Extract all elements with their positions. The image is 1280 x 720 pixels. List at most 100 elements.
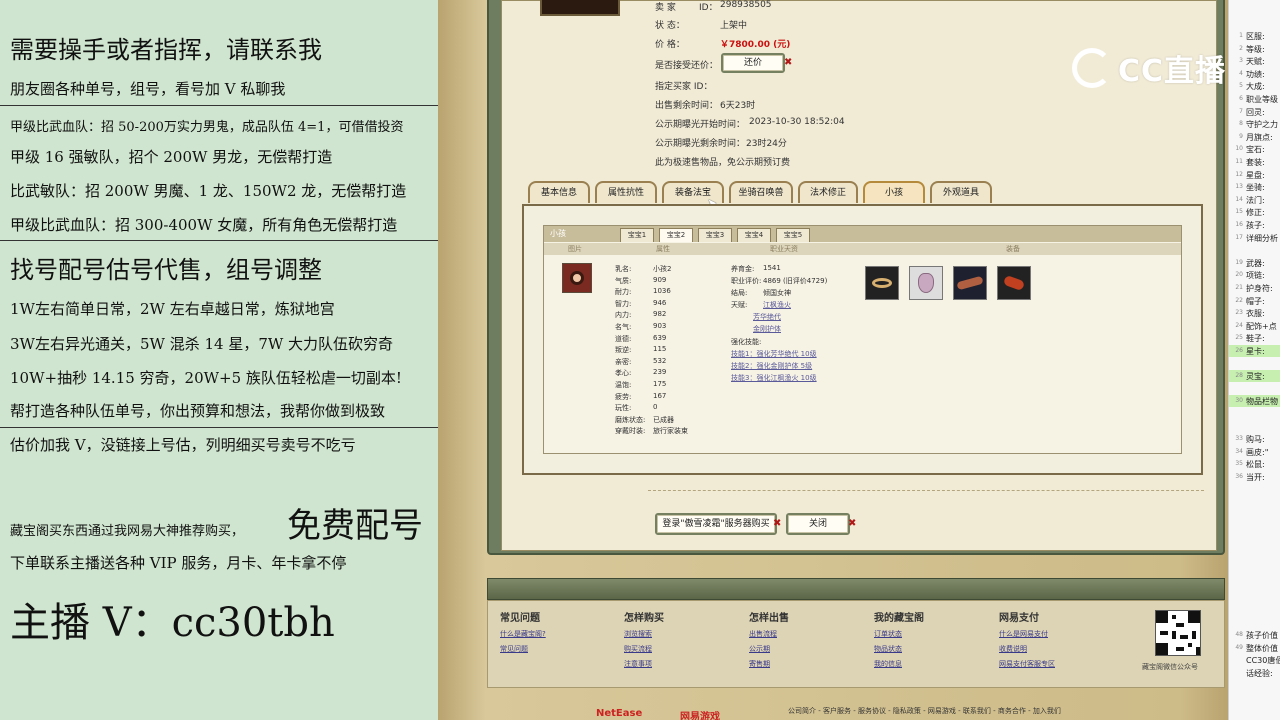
tab-spell-correction[interactable]: 法术修正 [798,181,858,203]
counter-offer-label: 是否接受还价： [655,61,719,71]
footer-link[interactable]: 物品状态 [874,644,902,654]
sheet-row[interactable] [1229,408,1280,420]
sub-tab-baby1[interactable]: 宝宝1 [620,228,654,242]
fast-sale-note: 此为极速售物品，免公示期预订费 [655,158,791,168]
talent-link[interactable]: 金刚护体 [753,324,781,334]
sheet-row[interactable]: 8 守护之力 [1229,118,1280,130]
attribute-label: 玩性: [615,404,632,413]
sub-tab-baby5[interactable]: 宝宝5 [776,228,810,242]
tab-appearance[interactable]: 外观道具 [930,181,992,203]
close-x-icon: ✖ [773,518,782,529]
skill-link[interactable]: 技能2：强化金刚护体 5级 [731,361,812,371]
sheet-row[interactable] [1229,358,1280,370]
row-text: 整体价值 [1246,643,1278,653]
sheet-row[interactable]: 14 法门: [1229,194,1280,206]
sheet-row[interactable]: 6 职业等级 [1229,93,1280,105]
row-number: 14 [1235,195,1243,203]
attribute-row: 穿戴时装: 旅行家装束 [615,426,688,436]
talent-link[interactable]: 芳华绝代 [753,312,781,322]
sheet-row[interactable]: 30 物品栏物 [1229,395,1280,408]
sheet-row[interactable]: 48 孩子价值 [1229,629,1280,641]
sheet-row[interactable]: 话经验: [1229,667,1280,679]
sheet-row[interactable]: 22 帽子: [1229,295,1280,307]
sheet-row[interactable]: 15 修正: [1229,206,1280,218]
divider [0,427,438,428]
sheet-row[interactable]: 49 整体价值 [1229,642,1280,654]
footer-link[interactable]: 收费说明 [999,644,1027,654]
sheet-row[interactable]: 1 区服: [1229,30,1280,42]
sheet-row[interactable] [1229,383,1280,395]
sheet-row[interactable]: 20 项链: [1229,269,1280,281]
sheet-row[interactable]: 19 武器: [1229,257,1280,269]
login-buy-button[interactable]: 登录"傲雪凌霜"服务器购买 [655,513,777,535]
row-text: 松鼠: [1246,460,1265,470]
footer-link[interactable]: 购买流程 [624,644,652,654]
bracelet-icon[interactable] [865,266,899,300]
row-text: 守护之力 [1246,120,1278,130]
footer-link[interactable]: 网易支付客服专区 [999,659,1055,669]
sheet-row[interactable]: 26 星卡: [1229,345,1280,357]
netease-games-logo: 网易游戏 [680,712,720,720]
footer-link[interactable]: 我的信息 [874,659,902,669]
sheet-row[interactable]: 11 套装: [1229,156,1280,168]
attribute-row: 耐力: 1036 [615,287,671,297]
footer-title-buy: 怎样购买 [624,613,664,624]
sheet-row[interactable]: 13 坐骑: [1229,181,1280,193]
sheet-row[interactable]: 10 宝石: [1229,143,1280,155]
sheet-row[interactable]: 12 星盘: [1229,169,1280,181]
counter-offer-button[interactable]: 还价 [721,53,785,73]
col-header-attributes: 属性 [656,245,670,253]
sheet-row[interactable]: 17 详细分析 [1229,232,1280,244]
footer-link[interactable]: 公示期 [749,644,770,654]
sheet-row[interactable]: 9 月旗点: [1229,131,1280,143]
sub-tab-baby3[interactable]: 宝宝3 [698,228,732,242]
footer-link[interactable]: 寄售期 [749,659,770,669]
sheet-row[interactable]: 3 天赋: [1229,55,1280,67]
sheet-row[interactable]: 7 回灵: [1229,106,1280,118]
attribute-value: 239 [653,368,667,377]
sheet-row[interactable]: 2 等级: [1229,43,1280,55]
sheet-row[interactable]: 5 大成: [1229,80,1280,92]
tab-attributes[interactable]: 属性抗性 [595,181,657,203]
sheet-row[interactable] [1229,421,1280,433]
sheet-row[interactable]: 36 当开: [1229,471,1280,483]
close-button[interactable]: 关闭 [786,513,850,535]
footer-link[interactable]: 订单状态 [874,629,902,639]
sheet-row[interactable]: 34 画皮:" [1229,446,1280,458]
skill-link[interactable]: 技能3：强化江枫渔火 10级 [731,373,817,383]
pouch-icon[interactable] [909,266,943,300]
bottom-links[interactable]: 公司简介 - 客户服务 - 服务协议 - 隐私政策 - 网易游戏 - 联系我们 … [788,706,1061,716]
row-text: 法门: [1246,195,1265,205]
tab-mounts-summons[interactable]: 坐骑召唤兽 [729,181,793,203]
row-text: 护身符: [1246,284,1273,293]
skill-link[interactable]: 技能1：强化芳华绝代 10级 [731,349,817,359]
footer-link[interactable]: 什么是藏宝阁? [500,629,546,639]
scroll-icon[interactable] [953,266,987,300]
row-number: 5 [1239,82,1243,90]
row-number: 11 [1235,158,1243,165]
charm-icon[interactable] [997,266,1031,300]
sheet-row[interactable]: 16 孩子: [1229,219,1280,231]
sheet-row[interactable]: 33 购马: [1229,433,1280,445]
sheet-row[interactable]: 35 松鼠: [1229,458,1280,470]
sheet-row[interactable]: 23 衣服: [1229,307,1280,319]
sheet-row[interactable]: 21 护身符: [1229,282,1280,294]
sub-tab-baby4[interactable]: 宝宝4 [737,228,771,242]
footer-link[interactable]: 注意事项 [624,659,652,669]
sheet-row[interactable] [1229,244,1280,256]
footer-link[interactable]: 常见问题 [500,644,528,654]
sheet-row[interactable]: 4 功绩: [1229,68,1280,80]
sheet-row[interactable]: CC30唐佰 [1229,654,1280,666]
row-number: 22 [1235,296,1243,304]
sub-tab-baby2[interactable]: 宝宝2 [659,228,693,242]
row-text: 星卡: [1246,347,1265,356]
tab-child[interactable]: 小孩 [863,181,925,203]
sheet-row[interactable]: 24 配饰+点 [1229,320,1280,332]
sheet-row[interactable]: 25 鞋子: [1229,332,1280,344]
footer-link[interactable]: 浏览搜索 [624,629,652,639]
tab-basic-info[interactable]: 基本信息 [528,181,590,203]
footer-link[interactable]: 什么是网易支付 [999,629,1048,639]
footer-link[interactable]: 出售流程 [749,629,777,639]
info-line: 3W左右异光通关，5W 混杀 14 星，7W 大力队伍砍穷奇 [10,335,394,353]
sheet-row[interactable]: 28 灵宝: [1229,370,1280,383]
